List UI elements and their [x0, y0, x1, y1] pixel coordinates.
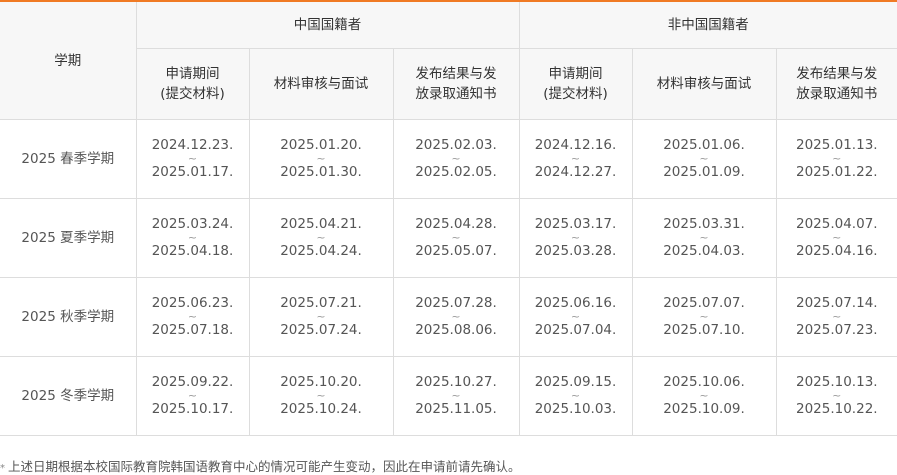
range-start-date: 2025.06.16.: [534, 295, 617, 311]
range-end-date: 2025.04.18.: [151, 243, 234, 259]
range-start-date: 2025.02.03.: [415, 137, 497, 153]
range-end-date: 2025.10.24.: [280, 401, 362, 417]
range-start-date: 2025.04.28.: [415, 216, 497, 232]
range-end-date: 2025.07.04.: [534, 322, 617, 338]
date-range-cell: 2025.03.31. ~2025.04.03.: [631, 198, 777, 278]
range-start-date: 2024.12.23.: [151, 137, 234, 153]
range-start-date: 2025.01.20.: [280, 137, 362, 153]
date-range-cell: 2025.10.06. ~2025.10.09.: [631, 356, 777, 436]
range-start-date: 2025.04.07.: [795, 216, 878, 232]
date-range-cell: 2025.10.20. ~2025.10.24.: [248, 356, 394, 436]
column-header-results-admission: 发布结果与发 放录取通知书: [392, 48, 520, 120]
column-header-application-period: 申请期间 (提交材料): [136, 48, 250, 120]
range-end-date: 2025.10.09.: [663, 401, 745, 417]
table-row: 2025 春季学期 2024.12.23. ~2025.01.17. 2025.01…: [0, 119, 897, 199]
footnote-text: 上述日期根据本校国际教育院韩国语教育中心的情况可能产生变动，因此在申请前请先确认…: [8, 459, 521, 474]
date-range-cell: 2025.04.07. ~2025.04.16.: [775, 198, 897, 278]
range-start-date: 2025.04.21.: [280, 216, 362, 232]
range-end-date: 2025.04.24.: [280, 243, 362, 259]
range-start-date: 2025.09.22.: [151, 374, 234, 390]
footnote: * 上述日期根据本校国际教育院韩国语教育中心的情况可能产生变动，因此在申请前请先确…: [0, 456, 521, 475]
group-header-non-chinese-nationals: 非中国国籍者: [518, 0, 897, 49]
column-header-results-admission: 发布结果与发 放录取通知书: [775, 48, 897, 120]
term-cell: 2025 夏季学期: [0, 198, 137, 278]
term-cell: 2025 秋季学期: [0, 277, 137, 357]
range-start-date: 2024.12.16.: [534, 137, 617, 153]
table-row: 2025 秋季学期 2025.06.23. ~2025.07.18. 2025.07…: [0, 277, 897, 357]
range-end-date: 2025.01.30.: [280, 164, 362, 180]
column-header-review-interview: 材料审核与面试: [248, 48, 394, 120]
range-end-date: 2025.08.06.: [415, 322, 497, 338]
date-range-cell: 2025.03.17. ~2025.03.28.: [518, 198, 633, 278]
range-end-date: 2024.12.27.: [534, 164, 617, 180]
date-range-cell: 2025.09.22. ~2025.10.17.: [135, 356, 250, 436]
date-range-cell: 2025.10.27. ~2025.11.05.: [392, 356, 520, 436]
column-header-review-interview: 材料审核与面试: [631, 48, 777, 120]
range-end-date: 2025.04.03.: [663, 243, 745, 259]
date-range-cell: 2025.06.16. ~2025.07.04.: [518, 277, 633, 357]
range-end-date: 2025.01.22.: [795, 164, 878, 180]
range-start-date: 2025.03.24.: [151, 216, 234, 232]
range-end-date: 2025.07.23.: [795, 322, 878, 338]
date-range-cell: 2025.04.28. ~2025.05.07.: [392, 198, 520, 278]
table-row: 2025 夏季学期 2025.03.24. ~2025.04.18. 2025.04…: [0, 198, 897, 278]
date-range-cell: 2025.07.21. ~2025.07.24.: [248, 277, 394, 357]
date-range-cell: 2025.06.23. ~2025.07.18.: [135, 277, 250, 357]
range-end-date: 2025.10.03.: [534, 401, 617, 417]
date-range-cell: 2024.12.23. ~2025.01.17.: [135, 119, 250, 199]
range-start-date: 2025.10.20.: [280, 374, 362, 390]
date-range-cell: 2025.07.07. ~2025.07.10.: [631, 277, 777, 357]
schedule-table-body: 2025 春季学期 2024.12.23. ~2025.01.17. 2025.01…: [0, 119, 897, 436]
schedule-table: 学期 中国国籍者 非中国国籍者 申请期间 (提交材料) 材料审核与面试 发布结果与…: [0, 0, 897, 436]
group-header-chinese-nationals: 中国国籍者: [135, 0, 520, 49]
range-start-date: 2025.03.17.: [534, 216, 617, 232]
date-range-cell: 2025.02.03. ~2025.02.05.: [392, 119, 520, 199]
date-range-cell: 2025.10.13. ~2025.10.22.: [775, 356, 897, 436]
range-start-date: 2025.03.31.: [663, 216, 745, 232]
range-end-date: 2025.02.05.: [415, 164, 497, 180]
date-range-cell: 2025.09.15. ~2025.10.03.: [518, 356, 633, 436]
range-start-date: 2025.06.23.: [151, 295, 234, 311]
range-end-date: 2025.04.16.: [795, 243, 878, 259]
range-start-date: 2025.01.13.: [795, 137, 878, 153]
date-range-cell: 2025.03.24. ~2025.04.18.: [135, 198, 250, 278]
range-end-date: 2025.07.10.: [663, 322, 745, 338]
range-end-date: 2025.07.24.: [280, 322, 362, 338]
range-end-date: 2025.10.22.: [795, 401, 878, 417]
term-cell: 2025 春季学期: [0, 119, 137, 199]
date-range-cell: 2025.01.20. ~2025.01.30.: [248, 119, 394, 199]
schedule-section: 学期 中国国籍者 非中国国籍者 申请期间 (提交材料) 材料审核与面试 发布结果与…: [0, 0, 897, 436]
term-column-header: 学期: [0, 0, 137, 120]
date-range-cell: 2024.12.16. ~2024.12.27.: [518, 119, 633, 199]
range-end-date: 2025.01.17.: [151, 164, 234, 180]
range-start-date: 2025.07.07.: [663, 295, 745, 311]
date-range-cell: 2025.07.28. ~2025.08.06.: [392, 277, 520, 357]
range-start-date: 2025.01.06.: [663, 137, 745, 153]
range-start-date: 2025.10.13.: [795, 374, 878, 390]
date-range-cell: 2025.04.21. ~2025.04.24.: [248, 198, 394, 278]
footnote-marker: *: [0, 463, 5, 474]
date-range-cell: 2025.01.13. ~2025.01.22.: [775, 119, 897, 199]
range-start-date: 2025.07.14.: [795, 295, 878, 311]
date-range-cell: 2025.07.14. ~2025.07.23.: [775, 277, 897, 357]
range-end-date: 2025.07.18.: [151, 322, 234, 338]
range-start-date: 2025.10.27.: [415, 374, 497, 390]
range-end-date: 2025.01.09.: [663, 164, 745, 180]
range-end-date: 2025.05.07.: [415, 243, 497, 259]
range-end-date: 2025.03.28.: [534, 243, 617, 259]
range-end-date: 2025.11.05.: [415, 401, 497, 417]
date-range-cell: 2025.01.06. ~2025.01.09.: [631, 119, 777, 199]
table-row: 2025 冬季学期 2025.09.22. ~2025.10.17. 2025.10…: [0, 356, 897, 436]
header-row-groups: 学期 中国国籍者 非中国国籍者: [0, 0, 897, 120]
range-start-date: 2025.09.15.: [534, 374, 617, 390]
range-start-date: 2025.07.28.: [415, 295, 497, 311]
range-end-date: 2025.10.17.: [151, 401, 234, 417]
column-header-application-period: 申请期间 (提交材料): [518, 48, 633, 120]
term-cell: 2025 冬季学期: [0, 356, 137, 436]
range-start-date: 2025.07.21.: [280, 295, 362, 311]
range-start-date: 2025.10.06.: [663, 374, 745, 390]
